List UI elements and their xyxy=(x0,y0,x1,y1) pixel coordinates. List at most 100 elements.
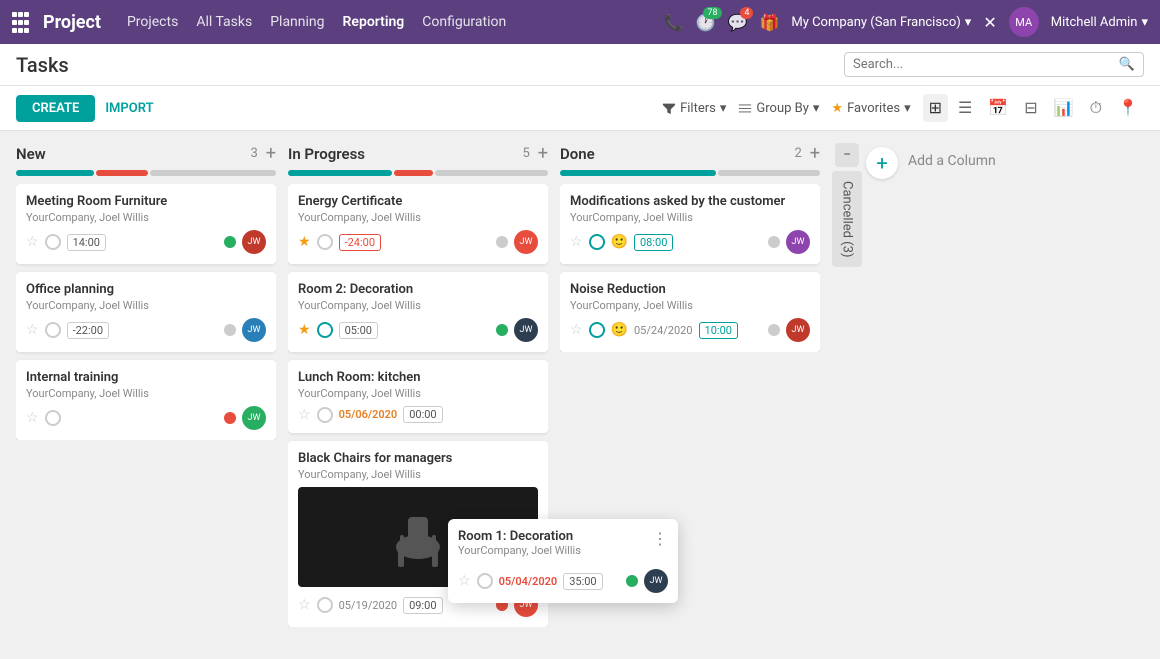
floating-card-footer: ☆ 05/04/2020 35:00 JW xyxy=(458,569,668,593)
gift-icon[interactable]: 🎁 xyxy=(759,13,779,32)
timer-icon xyxy=(589,234,605,250)
star-icon[interactable]: ☆ xyxy=(26,322,39,338)
status-dot xyxy=(224,236,236,248)
column-done-add[interactable]: + xyxy=(810,143,820,164)
search-input[interactable] xyxy=(853,57,1113,72)
kanban-view-icon[interactable]: ⊞ xyxy=(923,94,948,122)
smiley-icon: 🙂 xyxy=(611,322,628,338)
toolbar: CREATE IMPORT Filters ▾ Group By ▾ ★ Fav… xyxy=(0,86,1160,131)
favorites-button[interactable]: ★ Favorites ▾ xyxy=(831,101,910,116)
top-navigation: Project Projects All Tasks Planning Repo… xyxy=(0,0,1160,44)
chat-icon[interactable]: 💬 4 xyxy=(728,13,748,32)
status-dot xyxy=(496,324,508,336)
filters-button[interactable]: Filters ▾ xyxy=(662,101,726,116)
add-column-button[interactable]: + xyxy=(866,147,898,179)
card-footer: ★ -24:00 JW xyxy=(298,230,538,254)
import-button[interactable]: IMPORT xyxy=(105,101,153,116)
card-room2-decoration[interactable]: Room 2: Decoration YourCompany, Joel Wil… xyxy=(288,272,548,352)
status-dot xyxy=(768,324,780,336)
card-title: Energy Certificate xyxy=(298,194,538,209)
card-meeting-room[interactable]: Meeting Room Furniture YourCompany, Joel… xyxy=(16,184,276,264)
column-new-add[interactable]: + xyxy=(266,143,276,164)
kanban-board: New 3 + Meeting Room Furniture YourCompa… xyxy=(0,131,1160,639)
card-footer: ☆ -22:00 JW xyxy=(26,318,266,342)
column-new-count: 3 xyxy=(250,146,257,161)
star-icon[interactable]: ☆ xyxy=(570,234,583,250)
card-energy-certificate[interactable]: Energy Certificate YourCompany, Joel Wil… xyxy=(288,184,548,264)
app-grid-menu[interactable] xyxy=(12,12,27,33)
clock-badge: 78 xyxy=(703,7,721,19)
floating-card-room1[interactable]: Room 1: Decoration YourCompany, Joel Wil… xyxy=(448,519,678,603)
card-lunch-room[interactable]: Lunch Room: kitchen YourCompany, Joel Wi… xyxy=(288,360,548,433)
card-office-planning[interactable]: Office planning YourCompany, Joel Willis… xyxy=(16,272,276,352)
date-label: 05/19/2020 xyxy=(339,599,398,612)
list-view-icon[interactable]: ☰ xyxy=(952,94,978,122)
star-icon[interactable]: ★ xyxy=(298,234,311,250)
company-chevron: ▾ xyxy=(965,15,972,30)
star-icon[interactable]: ★ xyxy=(298,322,311,338)
card-footer: ☆ JW xyxy=(26,406,266,430)
chart-view-icon[interactable]: 📊 xyxy=(1048,94,1080,122)
date-label: 05/24/2020 xyxy=(634,324,693,337)
user-avatar[interactable]: MA xyxy=(1009,7,1039,37)
floating-card-sub: YourCompany, Joel Willis xyxy=(458,544,581,557)
user-menu[interactable]: Mitchell Admin ▾ xyxy=(1051,15,1148,30)
groupby-chevron: ▾ xyxy=(813,101,820,116)
avatar: JW xyxy=(644,569,668,593)
star-icon[interactable]: ☆ xyxy=(26,234,39,250)
timer-icon xyxy=(317,597,333,613)
cancelled-column[interactable]: Cancelled (3) xyxy=(832,171,862,267)
time-badge: 08:00 xyxy=(634,234,673,251)
column-done-header: Done 2 + xyxy=(560,143,820,164)
star-icon[interactable]: ☆ xyxy=(298,597,311,613)
username: Mitchell Admin xyxy=(1051,15,1138,30)
topnav-icons: 📞 🕐 78 💬 4 🎁 My Company (San Francisco) … xyxy=(664,7,1148,37)
card-sub: YourCompany, Joel Willis xyxy=(298,387,538,400)
status-dot xyxy=(626,575,638,587)
calendar-view-icon[interactable]: 📅 xyxy=(982,94,1014,122)
nav-planning[interactable]: Planning xyxy=(270,14,324,30)
card-sub: YourCompany, Joel Willis xyxy=(298,211,538,224)
search-box[interactable]: 🔍 xyxy=(844,52,1144,77)
groupby-button[interactable]: Group By ▾ xyxy=(738,101,819,116)
card-internal-training[interactable]: Internal training YourCompany, Joel Will… xyxy=(16,360,276,440)
time-badge: 09:00 xyxy=(403,597,442,614)
clock-icon[interactable]: 🕐 78 xyxy=(696,13,716,32)
search-icon: 🔍 xyxy=(1119,57,1135,72)
clock-view-icon[interactable]: ⏱ xyxy=(1084,94,1108,122)
nav-links: Projects All Tasks Planning Reporting Co… xyxy=(127,14,648,30)
grid-view-icon[interactable]: ⊟ xyxy=(1018,94,1043,122)
card-sub: YourCompany, Joel Willis xyxy=(26,299,266,312)
time-badge: 10:00 xyxy=(699,322,738,339)
column-done-cards: Modifications asked by the customer Your… xyxy=(560,184,820,352)
column-inprogress-add[interactable]: + xyxy=(538,143,548,164)
star-icon[interactable]: ☆ xyxy=(298,407,311,423)
card-modifications[interactable]: Modifications asked by the customer Your… xyxy=(560,184,820,264)
close-button[interactable]: ✕ xyxy=(983,13,996,32)
card-menu-button[interactable]: ⋮ xyxy=(652,529,668,548)
subarea: Tasks 🔍 xyxy=(0,44,1160,86)
collapse-button[interactable]: − xyxy=(835,143,859,167)
add-column-area: + Add a Column xyxy=(866,143,1066,627)
nav-all-tasks[interactable]: All Tasks xyxy=(196,14,252,30)
company-name: My Company (San Francisco) xyxy=(791,15,960,30)
favorites-label: Favorites xyxy=(847,101,900,116)
phone-icon[interactable]: 📞 xyxy=(664,13,684,32)
create-button[interactable]: CREATE xyxy=(16,95,95,122)
add-column-label: Add a Column xyxy=(908,147,996,169)
star-icon[interactable]: ☆ xyxy=(570,322,583,338)
star-icon[interactable]: ☆ xyxy=(26,410,39,426)
nav-configuration[interactable]: Configuration xyxy=(422,14,506,30)
avatar: JW xyxy=(514,230,538,254)
card-noise-reduction[interactable]: Noise Reduction YourCompany, Joel Willis… xyxy=(560,272,820,352)
map-view-icon[interactable]: 📍 xyxy=(1112,94,1144,122)
star-icon[interactable]: ☆ xyxy=(458,573,471,589)
nav-reporting[interactable]: Reporting xyxy=(343,14,405,30)
company-selector[interactable]: My Company (San Francisco) ▾ xyxy=(791,15,971,30)
column-new-progress xyxy=(16,170,276,176)
floating-card-header: Room 1: Decoration YourCompany, Joel Wil… xyxy=(458,529,668,565)
nav-projects[interactable]: Projects xyxy=(127,14,178,30)
smiley-icon: 🙂 xyxy=(611,234,628,250)
column-new: New 3 + Meeting Room Furniture YourCompa… xyxy=(16,143,276,627)
card-title: Office planning xyxy=(26,282,266,297)
